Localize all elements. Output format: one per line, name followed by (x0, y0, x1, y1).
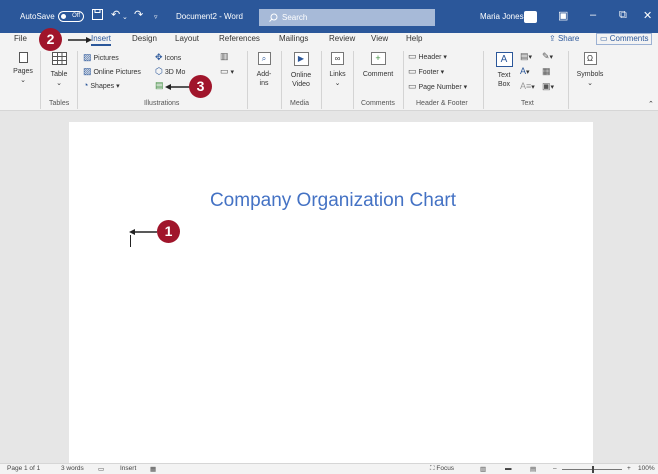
word-count[interactable]: 3 words (61, 465, 84, 472)
callout-1: 1 (157, 220, 180, 243)
status-bar: Page 1 of 1 3 words ▭ Insert ▦ ⛶ Focus ▥… (0, 463, 658, 474)
focus-mode-button[interactable]: ⛶ Focus (430, 465, 454, 473)
insert-mode[interactable]: Insert (120, 465, 136, 472)
zoom-level[interactable]: 100% (638, 465, 655, 472)
read-mode-icon[interactable]: ▥ (480, 465, 486, 473)
callout-arrows (68, 37, 190, 235)
proofing-icon[interactable]: ▭ (98, 465, 104, 473)
page-count[interactable]: Page 1 of 1 (7, 465, 40, 472)
callout-3: 3 (189, 75, 212, 98)
callout-2: 2 (39, 28, 62, 51)
zoom-out-icon[interactable]: – (553, 465, 557, 472)
zoom-slider-thumb[interactable] (592, 466, 594, 473)
web-layout-icon[interactable]: ▤ (530, 465, 536, 473)
focus-label: Focus (436, 465, 455, 472)
zoom-in-icon[interactable]: + (627, 465, 631, 472)
accessibility-icon[interactable]: ▦ (150, 465, 156, 473)
print-layout-icon[interactable]: ▬ (505, 465, 512, 472)
